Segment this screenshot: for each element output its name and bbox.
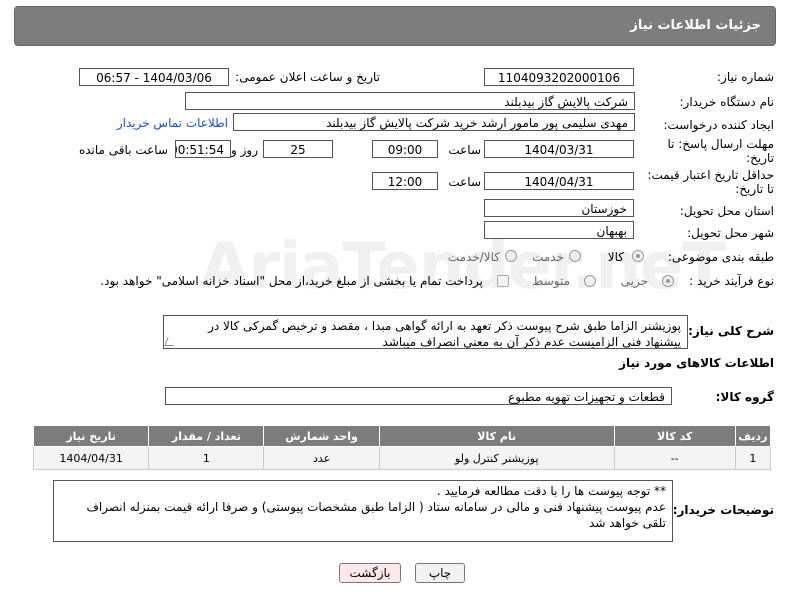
- cell-unit: عدد: [263, 446, 380, 470]
- validity-time-label: ساعت: [448, 175, 481, 189]
- description-textarea: پوزیشنر الزاما طبق شرح پیوست ذکر تعهد به…: [163, 315, 688, 349]
- table-row: 1 -- پوزیشنر کنترل ولو عدد 1 1404/04/31: [32, 446, 772, 470]
- buyer-org-field: شرکت پالایش گاز بیدبلند: [185, 92, 635, 110]
- watermark-logo: AriaTender.neT: [200, 230, 726, 304]
- announce-label: تاریخ و ساعت اعلان عمومی:: [235, 70, 380, 84]
- cell-code: --: [613, 446, 736, 470]
- days-remaining-field: 25: [263, 140, 333, 158]
- creator-field: مهدی سلیمی پور مامور ارشد خرید شرکت پالا…: [233, 113, 635, 131]
- cell-row: 1: [734, 446, 772, 470]
- remaining-label: ساعت باقی مانده: [78, 143, 168, 157]
- col-qty: تعداد / مقدار: [148, 425, 265, 447]
- cell-qty: 1: [148, 446, 265, 470]
- creator-label: ایجاد کننده درخواست:: [663, 118, 774, 132]
- deadline-time-field: 09:00: [372, 140, 438, 158]
- category-option-both: کالا/خدمت: [447, 250, 500, 264]
- process-label: نوع فرآیند خرید :: [689, 274, 774, 288]
- buyer-notes-line-1: ** توجه پیوست ها را با دقت مطالعه فرمایی…: [436, 484, 666, 498]
- buyer-org-label: نام دستگاه خریدار:: [679, 95, 775, 109]
- contact-buyer-link[interactable]: اطلاعات تماس خریدار: [117, 116, 228, 130]
- resize-handle[interactable]: [164, 337, 177, 346]
- cell-name: پوزیشنر کنترل ولو: [378, 446, 615, 470]
- cell-date: 1404/04/31: [32, 446, 150, 470]
- deadline-date-field: 1404/03/31: [484, 140, 634, 158]
- deadline-label-date: تاریخ:: [746, 151, 774, 165]
- category-radio-goods[interactable]: [632, 250, 644, 262]
- col-row: ردیف: [734, 425, 772, 447]
- description-label: شرح کلی نیاز:: [688, 324, 774, 338]
- back-button[interactable]: بازگشت: [339, 563, 401, 583]
- print-button[interactable]: چاپ: [415, 563, 465, 583]
- announce-field: 1404/03/06 - 06:57: [79, 68, 229, 86]
- buyer-notes-textarea: ** توجه پیوست ها را با دقت مطالعه فرمایی…: [53, 480, 673, 542]
- province-field: خوزستان: [484, 199, 634, 217]
- payment-note: پرداخت تمام یا بخشی از مبلغ خرید،از محل …: [100, 274, 483, 288]
- days-label: روز و: [231, 143, 258, 157]
- province-label: استان محل تحویل:: [679, 204, 774, 218]
- goods-group-label: گروه کالا:: [715, 390, 774, 404]
- min-validity-label-date: تا تاریخ:: [735, 182, 774, 196]
- process-option-minor: جزیی: [620, 274, 648, 288]
- buyer-notes-label: توضیحات خریدار:: [672, 503, 774, 517]
- need-number-field: 1104093202000106: [484, 68, 634, 86]
- process-radio-minor[interactable]: [662, 275, 674, 287]
- col-date: تاریخ نیاز: [32, 425, 150, 447]
- table-header-row: ردیف کد کالا نام کالا واحد شمارش تعداد /…: [32, 425, 772, 447]
- payment-treasury-checkbox[interactable]: [497, 275, 509, 287]
- remaining-time-field: 00:51:54: [175, 140, 231, 158]
- description-text: پوزیشنر الزاما طبق شرح پیوست ذکر تعهد به…: [208, 319, 681, 349]
- category-radio-both[interactable]: [505, 250, 517, 262]
- items-section-title: اطلاعات کالاهای مورد نیاز: [619, 356, 774, 370]
- buyer-notes-line-2: عدم پیوست پیشنهاد فنی و مالی در سامانه س…: [86, 500, 666, 530]
- col-unit: واحد شمارش: [263, 425, 380, 447]
- deadline-label: مهلت ارسال پاسخ: تا: [667, 137, 774, 151]
- category-option-service: خدمت: [532, 250, 564, 264]
- goods-group-field: قطعات و تجهیزات تهویه مطبوع: [165, 387, 672, 405]
- page-title: جزئیات اطلاعات نیاز: [630, 18, 761, 33]
- validity-time-field: 12:00: [372, 172, 438, 190]
- category-radio-service[interactable]: [569, 250, 581, 262]
- col-name: نام کالا: [378, 425, 615, 447]
- col-code: کد کالا: [613, 425, 736, 447]
- process-option-medium: متوسط: [532, 274, 570, 288]
- category-option-goods: کالا: [607, 250, 624, 264]
- page-header: جزئیات اطلاعات نیاز: [14, 6, 776, 46]
- deadline-time-label: ساعت: [448, 143, 481, 157]
- min-validity-label: حداقل تاریخ اعتبار قیمت:: [647, 168, 774, 182]
- need-number-label: شماره نیاز:: [717, 70, 774, 84]
- validity-date-field: 1404/04/31: [484, 172, 634, 190]
- city-label: شهر محل تحویل:: [687, 226, 774, 240]
- process-radio-medium[interactable]: [584, 275, 596, 287]
- items-table: ردیف کد کالا نام کالا واحد شمارش تعداد /…: [32, 425, 772, 470]
- category-label: طبقه بندی موضوعی:: [667, 250, 774, 264]
- city-field: بهبهان: [484, 221, 634, 239]
